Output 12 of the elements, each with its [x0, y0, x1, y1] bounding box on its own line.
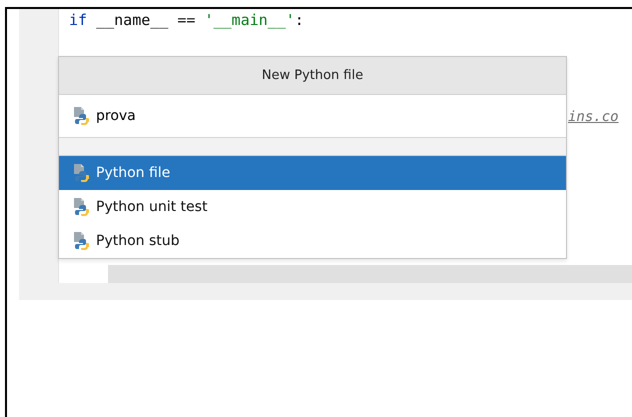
- file-name-input[interactable]: prova: [96, 108, 516, 124]
- code-line: if __name__ == '__main__':: [69, 11, 305, 29]
- popup-title: New Python file: [59, 57, 566, 95]
- file-type-item[interactable]: Python unit test: [59, 190, 566, 224]
- file-type-item[interactable]: Python file: [59, 156, 566, 190]
- code-link-fragment: ins.co: [567, 109, 619, 125]
- python-file-icon: [72, 163, 90, 183]
- python-file-icon: [72, 231, 90, 251]
- python-file-icon: [72, 106, 90, 126]
- python-file-icon: [72, 197, 90, 217]
- file-type-item[interactable]: Python stub: [59, 224, 566, 258]
- horizontal-scrollbar[interactable]: [108, 265, 632, 283]
